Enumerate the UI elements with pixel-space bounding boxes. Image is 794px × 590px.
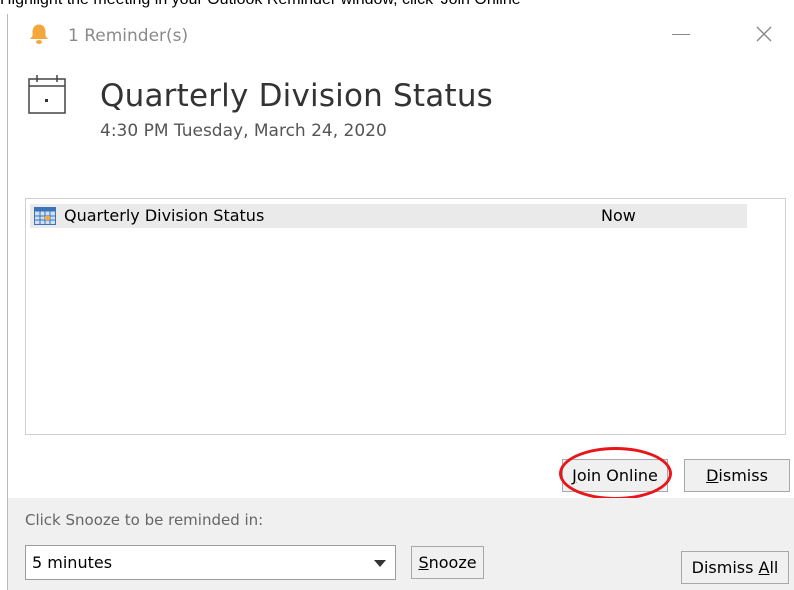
reminder-list-item[interactable]: Quarterly Division Status Now	[30, 204, 747, 228]
snooze-duration-value: 5 minutes	[32, 553, 113, 572]
dismiss-all-label: ll	[769, 558, 779, 577]
snooze-panel: Click Snooze to be reminded in: 5 minute…	[8, 498, 794, 590]
minimize-button[interactable]	[672, 34, 690, 35]
snooze-duration-select[interactable]: 5 minutes	[25, 545, 396, 580]
chevron-down-icon[interactable]	[374, 560, 386, 567]
snooze-button[interactable]: Snooze	[411, 546, 484, 579]
dismiss-all-button[interactable]: Dismiss All	[681, 551, 789, 584]
dismiss-label: ismiss	[718, 466, 768, 485]
dismiss-button[interactable]: Dismiss	[684, 459, 790, 492]
close-icon[interactable]	[750, 20, 778, 48]
calendar-icon	[28, 75, 66, 114]
snooze-accesskey: S	[418, 553, 429, 572]
snooze-label: Click Snooze to be reminded in:	[25, 511, 264, 529]
reminder-list-item-subject: Quarterly Division Status	[64, 206, 265, 225]
reminder-window: 1 Reminder(s) Quarterly Division Status …	[7, 14, 794, 590]
reminder-list-item-due: Now	[601, 206, 636, 225]
reminder-list: Quarterly Division Status Now	[25, 198, 786, 435]
snooze-button-label: nooze	[428, 553, 477, 572]
reminder-subject: Quarterly Division Status	[100, 78, 494, 114]
calendar-grid-icon	[34, 207, 56, 225]
dismiss-all-label-pre: Dismiss	[691, 558, 759, 577]
bell-icon	[30, 24, 48, 44]
highlight-ring-annotation	[559, 447, 672, 500]
dismiss-all-accesskey: A	[758, 558, 770, 577]
window-title: 1 Reminder(s)	[68, 26, 189, 46]
reminder-time: 4:30 PM Tuesday, March 24, 2020	[100, 121, 387, 141]
instruction-text: Highlight the meeting in your Outlook Re…	[0, 0, 524, 9]
dismiss-accesskey: D	[706, 466, 719, 485]
